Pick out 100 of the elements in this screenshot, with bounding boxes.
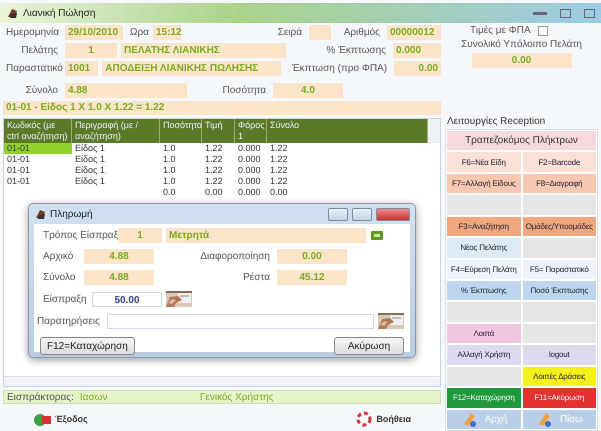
minimize-button[interactable] [533,12,547,14]
input-field[interactable]: 50.00 [92,292,162,306]
column-header[interactable]: Φόρος 1 [235,119,267,143]
input-field[interactable]: 4.88 [84,249,154,264]
function-button[interactable]: F3=Αναζήτηση [447,216,520,236]
table-cell-text: Είδος 1 [74,143,106,154]
status-label: Εισπράκτορας: [6,391,75,403]
column-header[interactable]: Περιγραφή (με / αναζήτηση) [72,119,160,143]
function-button[interactable]: F2=Barcode [522,152,596,172]
maximize-button[interactable] [560,8,571,18]
table-cell-text: 01-01 [6,165,32,176]
field-label: Πελάτης [20,45,59,56]
field-label: % Έκπτωσης [325,45,387,56]
table-cell-text: 0.000 [237,143,262,154]
input-field[interactable]: 0.00 [394,61,441,76]
save-button[interactable]: F12=Καταχώρηση [40,337,135,355]
input-field[interactable]: 00000012 [387,25,441,40]
dialog-title: Πληρωμή [50,208,94,220]
column-header[interactable]: Ποσότητα [160,119,202,143]
app-icon [6,7,18,19]
function-button[interactable]: Νέος Πελάτης [447,238,520,258]
info-bar: 01-01 - Είδος 1 X 1.0 X 1.22 = 1.22 [3,101,441,115]
help-button[interactable]: Βοήθεια [356,411,411,427]
function-button[interactable]: Λοιπά [447,324,520,344]
input-field[interactable]: 1 [118,228,162,243]
close-button[interactable] [376,208,410,220]
input-field[interactable]: ΑΠΟΔΕΙΞΗ ΛΙΑΝΙΚΗΣ ΠΩΛΗΣΗΣ [102,61,281,76]
confirm-icon [370,230,384,241]
input-field[interactable] [309,25,331,40]
minimize-button[interactable] [328,208,348,220]
function-button[interactable]: F8=Διαγραφή [522,174,596,194]
maximize-button[interactable] [352,208,372,220]
input-field[interactable]: Μετρητά [166,228,366,243]
status-role: Γενικός Χρήστης [198,391,275,403]
field-label: Ποσότητα [222,85,267,96]
function-button[interactable]: F7=Αλλαγή Είδους [447,174,520,194]
table-cell-text: 1.22 [204,154,224,165]
field-label: Ρέστα [242,272,271,283]
field-label: Ωρα [129,27,149,38]
field-label: Αρχικό [42,251,74,262]
input-field[interactable]: ΠΕΛΑΤΗΣ ΛΙΑΝΙΚΗΣ [121,43,286,58]
table-cell-text: 1.0 [162,143,177,154]
scrollbar[interactable] [4,376,440,386]
function-header: Τραπεζοκόμος Πλήκτρων [447,131,596,150]
field-label: Σύνολο [24,85,59,96]
table-cell-text: 1.0 [162,165,177,176]
function-button[interactable]: Ομάδες/Υποομάδες [522,216,596,236]
table-cell-text: 0.00 [204,187,224,198]
close-button[interactable] [584,8,595,18]
input-field[interactable]: 0.000 [393,43,441,58]
function-button[interactable]: Ποσό Έκπτωσης [522,281,596,300]
field-label: Διαφοροποίηση [199,251,271,262]
function-button[interactable]: Λοιπές Δράσεις [522,366,596,386]
function-button[interactable]: F12=Καταχώρηση [447,388,520,408]
field-label: Αριθμός [342,27,381,38]
input-field[interactable]: 1 [65,43,117,58]
input-field[interactable]: 4.88 [84,270,154,285]
table-cell-text: 0.000 [237,187,262,198]
window-title: Λιανική Πώληση [23,8,96,18]
exit-icon [33,411,51,427]
cancel-button[interactable]: Ακύρωση [334,337,404,355]
input-field[interactable]: 4.88 [65,83,187,98]
table-cell-text: 0.000 [237,176,262,187]
table-cell-text: 1.22 [269,154,289,165]
checkbox[interactable] [538,26,548,36]
function-button[interactable]: F11=Ακύρωση [522,388,596,408]
exit-button[interactable]: Έξοδος [33,411,88,427]
input-field[interactable]: 45.12 [277,270,347,285]
table-cell-text: 1.22 [204,143,224,154]
input-field[interactable] [106,314,374,328]
function-button[interactable]: Αλλαγή Χρήστη [447,345,520,365]
input-field[interactable]: 0.00 [472,53,572,68]
input-field[interactable]: 0.00 [277,249,347,264]
table-cell-text: 1.22 [269,165,289,176]
input-field[interactable]: 29/10/2010 [65,25,123,40]
table-cell-text: 1.22 [204,176,224,187]
field-label: Συνολικό Υπόλοιπο Πελάτη [460,39,583,50]
table-cell-text: Είδος 1 [74,154,106,165]
input-field[interactable]: 15:12 [153,25,181,40]
scrollbar[interactable] [428,119,440,143]
table-cell-text: 1.22 [269,143,289,154]
function-button[interactable]: F4=Εύρεση Πελάτη [447,260,520,279]
field-label: Ημερομηνία [5,27,60,38]
function-button[interactable]: logout [522,345,596,365]
input-field[interactable]: 4.0 [273,83,343,98]
field-label: Σειρά [276,27,303,38]
function-button[interactable]: F5= Παραστατικό [522,260,596,279]
table-cell-text: 1.0 [162,154,177,165]
status-user: Ιασων [78,391,108,403]
function-button[interactable]: % Έκπτωσης [447,281,520,300]
table-cell-text: 1.22 [204,165,224,176]
table-cell-text: 1.0 [162,176,177,187]
field-label: Σύνολο [42,272,76,283]
column-header[interactable]: Τιμή [202,119,235,143]
function-button[interactable]: F6=Νέα Είδη [447,152,520,172]
field-label: Παρατηρήσεις [36,316,101,326]
input-field[interactable]: 1001 [65,61,98,76]
table-cell-text: Είδος 1 [74,176,106,187]
field-label: Έκπτωση (προ ΦΠΑ) [290,63,388,74]
lifebuoy-icon [356,411,372,427]
